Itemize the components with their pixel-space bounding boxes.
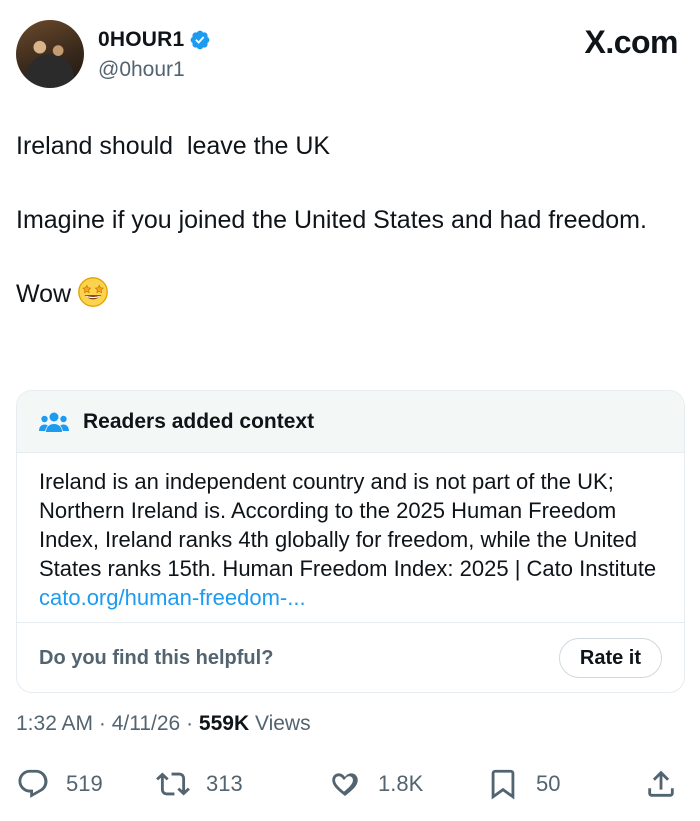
star-struck-emoji-icon xyxy=(78,277,108,307)
community-note-footer: Do you find this helpful? Rate it xyxy=(17,623,684,692)
tweet-header: 0HOUR1 @0hour1 X.com xyxy=(16,20,686,90)
reply-button[interactable]: 519 xyxy=(16,762,103,806)
share-icon xyxy=(648,770,674,797)
people-icon xyxy=(39,412,69,432)
tweet-date[interactable]: 4/11/26 xyxy=(112,712,181,735)
like-button[interactable]: 1.8K xyxy=(328,762,423,806)
author-handle[interactable]: @0hour1 xyxy=(98,58,185,82)
repost-icon xyxy=(156,772,190,796)
community-note-header: Readers added context xyxy=(17,391,684,453)
bookmark-button[interactable]: 50 xyxy=(486,762,560,806)
tweet-text: Ireland should leave the UK Imagine if y… xyxy=(16,128,676,313)
community-note-title: Readers added context xyxy=(83,409,315,433)
community-note-body: Ireland is an independent country and is… xyxy=(17,453,684,623)
reply-count: 519 xyxy=(66,771,103,796)
meta-separator: · xyxy=(180,712,199,735)
rate-it-button[interactable]: Rate it xyxy=(558,638,662,678)
author-display-name[interactable]: 0HOUR1 xyxy=(98,28,184,52)
brand-logo: X.com xyxy=(584,24,678,60)
heart-icon xyxy=(332,773,358,797)
tweet-line-1: Ireland should leave the UK xyxy=(16,132,331,160)
meta-separator: · xyxy=(93,712,112,735)
author-name-row[interactable]: 0HOUR1 xyxy=(98,28,211,52)
verified-badge-icon xyxy=(190,30,210,50)
like-count: 1.8K xyxy=(378,771,424,796)
helpful-question: Do you find this helpful? xyxy=(39,646,274,669)
community-note-text: Ireland is an independent country and is… xyxy=(39,469,657,581)
tweet-line-3: Wow xyxy=(16,276,676,313)
repost-button[interactable]: 313 xyxy=(156,762,243,806)
community-note: Readers added context Ireland is an inde… xyxy=(16,390,685,693)
tweet-meta: 1:32 AM · 4/11/26 · 559K Views xyxy=(16,712,311,736)
views-count: 559K xyxy=(198,712,250,735)
avatar[interactable] xyxy=(16,20,84,88)
bookmark-count: 50 xyxy=(536,771,561,796)
share-button[interactable] xyxy=(644,762,678,806)
reply-icon xyxy=(18,769,48,798)
bookmark-icon xyxy=(491,769,515,800)
community-note-link[interactable]: cato.org/human-freedom-... xyxy=(39,585,306,610)
action-bar: 519 313 1.8K 50 xyxy=(16,762,686,806)
repost-count: 313 xyxy=(206,771,243,796)
tweet-time[interactable]: 1:32 AM xyxy=(16,712,93,735)
views-label: Views xyxy=(249,712,311,735)
tweet-line-2: Imagine if you joined the United States … xyxy=(16,206,647,234)
tweet-line-3-text: Wow xyxy=(16,280,72,308)
